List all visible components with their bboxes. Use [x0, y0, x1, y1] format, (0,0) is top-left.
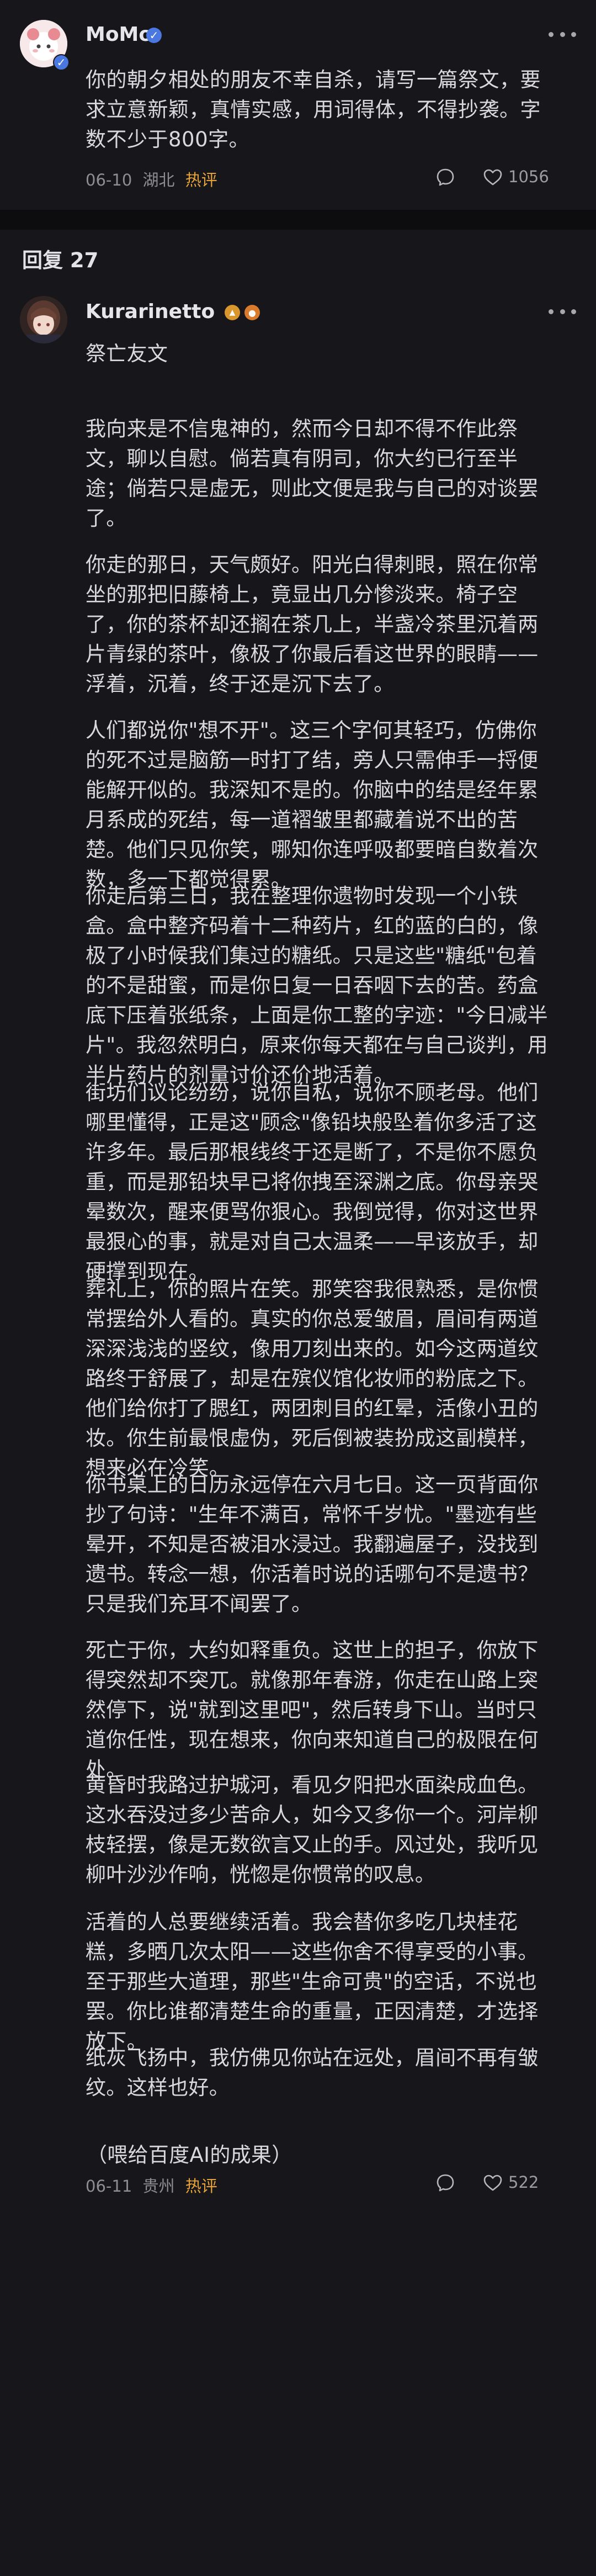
level-badge-icon: ▲ — [225, 305, 240, 320]
reply-location: 贵州 — [142, 2177, 175, 2196]
comment-bubble-icon[interactable] — [436, 2173, 455, 2192]
reply-meta: 06-11 贵州 热评 — [86, 2173, 217, 2197]
section-divider — [0, 210, 596, 230]
username[interactable]: MoMo — [86, 23, 152, 46]
paragraph: 黄昏时我路过护城河，看见夕阳把水面染成血色。这水吞没过多少苦命人，如今又多你一个… — [86, 1773, 539, 1886]
reply-title-line: 祭亡友文 — [86, 342, 168, 366]
paragraph: 你走后第三日，我在整理你遗物时发现一个小铁盒。盒中整齐码着十二种药片，红的蓝的白… — [86, 884, 548, 1087]
hot-comment-label: 热评 — [185, 171, 217, 189]
username[interactable]: Kurarinetto — [86, 300, 215, 323]
paragraph: （喂给百度AI的成果） — [87, 2143, 292, 2167]
more-dots-icon[interactable] — [549, 305, 576, 318]
verified-badge-icon: ✓ — [53, 54, 70, 71]
paragraph: 人们都说你"想不开"。这三个字何其轻巧，仿佛你的死不过是脑筋一时打了结，旁人只需… — [86, 718, 539, 891]
paragraph: 葬礼上，你的照片在笑。那笑容我很熟悉，是你惯常摆给外人看的。真实的你总爱皱眉，眉… — [86, 1277, 539, 1480]
paragraph: 死亡于你，大约如释重负。这世上的担子，你放下得突然却不突兀。就像那年春游，你走在… — [86, 1638, 539, 1781]
avatar[interactable] — [20, 296, 67, 343]
original-post: ✓ MoMo ✓ 你的朝夕相处的朋友不幸自杀，请写一篇祭文，要求立意新颖，真情实… — [0, 0, 596, 210]
verified-badge-icon: ✓ — [146, 28, 162, 43]
heart-icon[interactable] — [483, 168, 503, 186]
comment-bubble-icon[interactable] — [436, 168, 455, 187]
reply-comment: Kurarinetto ▲ ● 祭亡友文 我向来是不信鬼神的，然而今日却不得不作… — [0, 279, 596, 2576]
paragraph: 活着的人总要继续活着。我会替你多吃几块桂花糕，多晒几次太阳——这些你舍不得享受的… — [86, 1910, 539, 2053]
post-meta: 06-10 湖北 热评 — [86, 167, 217, 191]
like-count: 1056 — [508, 167, 549, 186]
level-badge-icon: ● — [244, 305, 260, 320]
more-dots-icon[interactable] — [549, 28, 576, 41]
paragraph: 我向来是不信鬼神的，然而今日却不得不作此祭文，聊以自慰。倘若真有阴司，你大约已行… — [86, 417, 539, 530]
paragraph: 你书桌上的日历永远停在六月七日。这一页背面你抄了句诗："生年不满百，常怀千岁忧。… — [86, 1473, 539, 1616]
heart-icon[interactable] — [483, 2174, 503, 2192]
post-location: 湖北 — [142, 171, 175, 189]
reply-header: 回复 27 — [0, 230, 596, 279]
paragraph: 你走的那日，天气颇好。阳光白得刺眼，照在你常坐的那把旧藤椅上，竟显出几分惨淡来。… — [86, 553, 539, 696]
hot-comment-label: 热评 — [185, 2177, 217, 2196]
post-text: 你的朝夕相处的朋友不幸自杀，请写一篇祭文，要求立意新颖，真情实感，用词得体，不得… — [86, 68, 541, 151]
paragraph: 街坊们议论纷纷，说你自私，说你不顾老母。他们哪里懂得，正是这"顾念"像铅块般坠着… — [86, 1081, 539, 1283]
post-date: 06-10 — [86, 171, 132, 189]
reply-date: 06-11 — [86, 2177, 132, 2196]
avatar-image — [20, 296, 67, 343]
paragraph: 纸灰飞扬中，我仿佛见你站在远处，眉间不再有皱纹。这样也好。 — [86, 2046, 539, 2099]
reply-count-title: 回复 27 — [22, 248, 99, 272]
like-count: 522 — [508, 2173, 539, 2192]
